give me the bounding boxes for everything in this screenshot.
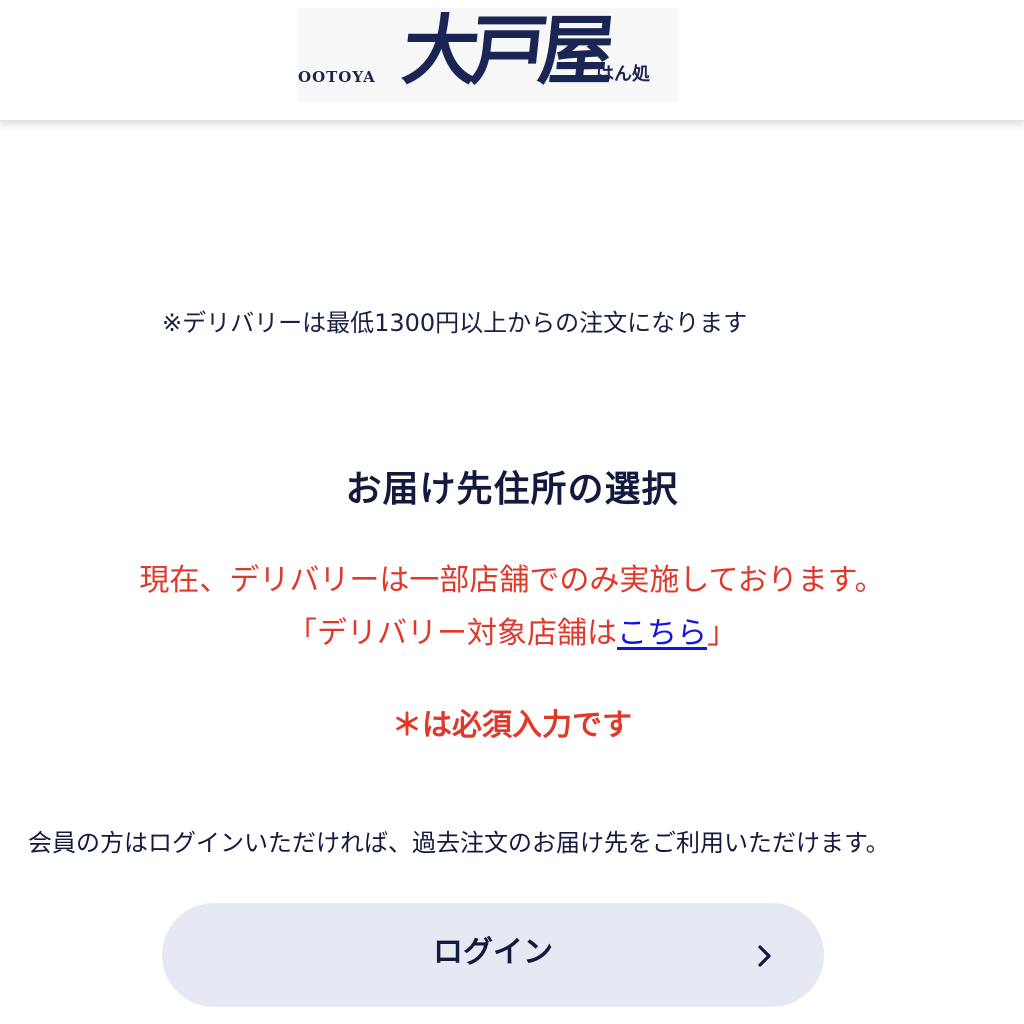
delivery-stores-suffix: 」 [707, 616, 737, 651]
ootoya-logo[interactable]: OOTOYA 大戸屋 ごはん処 [298, 6, 678, 102]
page-title: お届け先住所の選択 [345, 469, 679, 510]
page: OOTOYA 大戸屋 ごはん処 ※デリバリーは最低1300円以上からの注文になり… [0, 0, 1024, 1024]
logo-latin-text: OOTOYA [298, 68, 376, 86]
delivery-stores-prefix: 「デリバリー対象店舗は [287, 616, 617, 651]
header: OOTOYA 大戸屋 ごはん処 [0, 0, 1024, 121]
delivery-availability-notice: 現在、デリバリーは一部店舗でのみ実施しております。 [139, 563, 885, 598]
login-button-label: ログイン [433, 936, 553, 969]
member-login-note: 会員の方はログインいただければ、過去注文のお届け先をご利用いただけます。 [28, 829, 890, 857]
login-button[interactable]: ログイン [162, 903, 824, 1007]
logo-sub-text: ごはん処 [578, 64, 650, 85]
delivery-stores-link[interactable]: こちら [617, 616, 707, 651]
minimum-order-notice: ※デリバリーは最低1300円以上からの注文になります [162, 309, 748, 337]
chevron-right-icon [758, 945, 771, 967]
required-fields-note: ＊は必須入力です [392, 708, 632, 743]
delivery-stores-notice: 「デリバリー対象店舗はこちら」 [0, 608, 1024, 652]
